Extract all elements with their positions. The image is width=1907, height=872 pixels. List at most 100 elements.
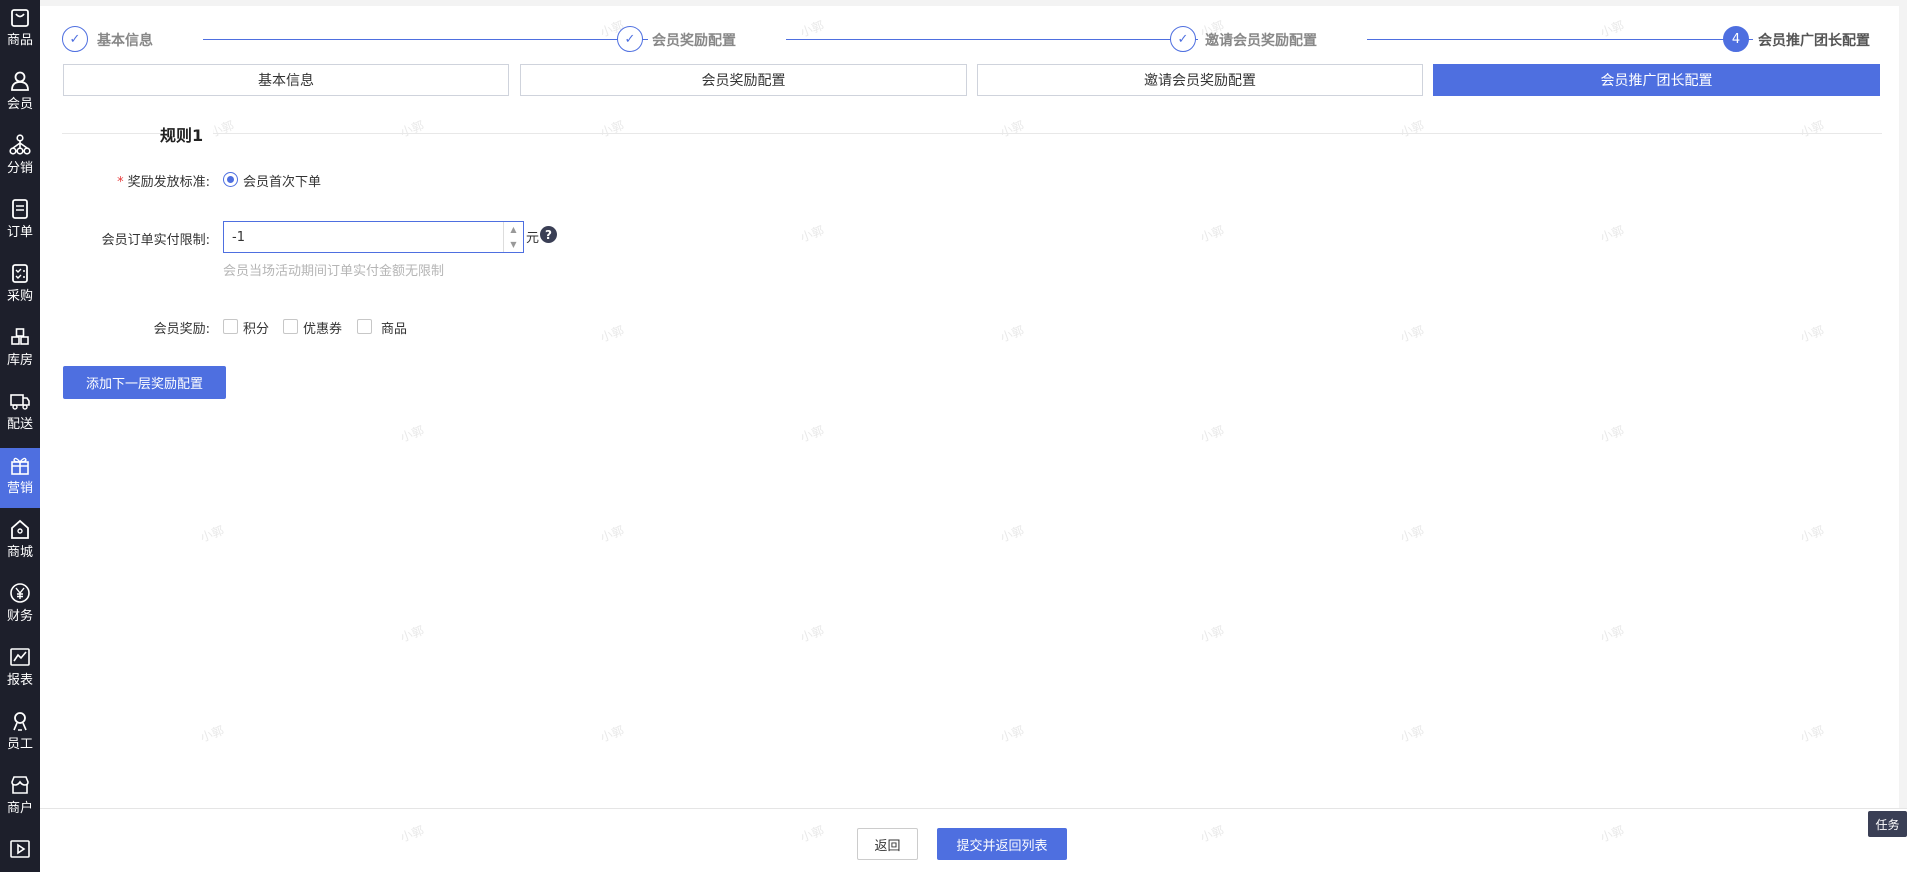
step-connector bbox=[203, 39, 648, 40]
watermark: 小郭 bbox=[798, 823, 826, 845]
watermark: 小郭 bbox=[1798, 523, 1826, 545]
watermark: 小郭 bbox=[798, 423, 826, 445]
sidebar-item-marketing[interactable]: 营销 bbox=[0, 448, 40, 508]
sidebar-item-media[interactable] bbox=[0, 832, 40, 872]
checkbox-goods[interactable] bbox=[357, 319, 372, 334]
step-progress: ✓ 基本信息 ✓ 会员奖励配置 ✓ 邀请会员奖励配置 4 会员推广团长配置 bbox=[62, 26, 1907, 56]
tab-invite-reward[interactable]: 邀请会员奖励配置 bbox=[977, 64, 1423, 96]
sidebar-item-merchant[interactable]: 商户 bbox=[0, 768, 40, 828]
scrollbar-track[interactable] bbox=[1899, 0, 1907, 808]
watermark: 小郭 bbox=[1598, 423, 1626, 445]
checkbox-points[interactable] bbox=[223, 319, 238, 334]
staff-icon bbox=[13, 712, 27, 731]
step-connector bbox=[786, 39, 1198, 40]
watermark: 小郭 bbox=[998, 323, 1026, 345]
sidebar-item-label: 采购 bbox=[6, 289, 33, 304]
order-limit-label: 会员订单实付限制: bbox=[101, 233, 210, 248]
rule-title: 规则1 bbox=[160, 122, 214, 146]
watermark: 小郭 bbox=[598, 723, 626, 745]
chart-icon bbox=[10, 648, 30, 666]
sidebar-item-delivery[interactable]: 配送 bbox=[0, 384, 40, 444]
check-icon: ✓ bbox=[1177, 31, 1189, 47]
rule-divider bbox=[62, 133, 1882, 134]
sidebar-item-label: 商城 bbox=[6, 545, 33, 560]
step-2-title: 会员奖励配置 bbox=[652, 33, 736, 49]
watermark: 小郭 bbox=[798, 623, 826, 645]
step-1-circle: ✓ bbox=[62, 26, 88, 52]
step-4-title: 会员推广团长配置 bbox=[1758, 33, 1870, 49]
sidebar-item-goods[interactable]: 商品 bbox=[0, 0, 40, 60]
truck-icon bbox=[10, 394, 30, 410]
watermark: 小郭 bbox=[398, 118, 426, 140]
sidebar-item-staff[interactable]: 员工 bbox=[0, 704, 40, 764]
sidebar-item-purchase[interactable]: 采购 bbox=[0, 256, 40, 316]
back-button[interactable]: 返回 bbox=[857, 828, 918, 860]
sidebar-item-label: 报表 bbox=[6, 673, 33, 688]
watermark: 小郭 bbox=[1398, 523, 1426, 545]
gift-icon bbox=[11, 457, 29, 475]
help-icon[interactable]: ? bbox=[540, 226, 557, 243]
order-limit-stepper[interactable]: ▲ ▼ bbox=[223, 221, 524, 253]
step-connector bbox=[1367, 39, 1753, 40]
sidebar-item-finance[interactable]: 财务 bbox=[0, 576, 40, 636]
watermark: 小郭 bbox=[1398, 118, 1426, 140]
watermark: 小郭 bbox=[998, 523, 1026, 545]
tab-basic-info[interactable]: 基本信息 bbox=[63, 64, 509, 96]
tab-member-reward[interactable]: 会员奖励配置 bbox=[520, 64, 967, 96]
sidebar-item-label: 配送 bbox=[6, 417, 33, 432]
step-4-number: 4 bbox=[1731, 31, 1741, 47]
sidebar-item-mall[interactable]: 商城 bbox=[0, 512, 40, 572]
network-icon bbox=[9, 134, 31, 155]
sidebar-item-label: 会员 bbox=[6, 97, 33, 112]
reward-standard-label-text: 奖励发放标准: bbox=[127, 175, 210, 190]
check-icon: ✓ bbox=[624, 31, 636, 47]
sidebar-item-reports[interactable]: 报表 bbox=[0, 640, 40, 700]
stepper-up-icon[interactable]: ▲ bbox=[504, 222, 523, 237]
sidebar-item-label: 库房 bbox=[6, 353, 33, 368]
checkbox-goods-label: 商品 bbox=[381, 322, 408, 337]
stepper-down-icon[interactable]: ▼ bbox=[504, 237, 523, 252]
submit-button[interactable]: 提交并返回列表 bbox=[937, 828, 1067, 860]
sidebar-nav: 商品 会员 分销 订单 采购 库房 配送 营销 商城 财务 报表 员工 商户 bbox=[0, 0, 40, 872]
watermark: 小郭 bbox=[1598, 623, 1626, 645]
watermark: 小郭 bbox=[1598, 223, 1626, 245]
watermark: 小郭 bbox=[398, 823, 426, 845]
home-icon bbox=[11, 519, 29, 539]
watermark: 小郭 bbox=[1798, 723, 1826, 745]
watermark: 小郭 bbox=[1198, 823, 1226, 845]
step-1-title: 基本信息 bbox=[97, 33, 153, 49]
add-layer-button[interactable]: 添加下一层奖励配置 bbox=[63, 366, 226, 399]
watermark: 小郭 bbox=[198, 723, 226, 745]
radio-first-order[interactable] bbox=[223, 172, 238, 187]
watermark: 小郭 bbox=[1798, 118, 1826, 140]
checkbox-coupon-label: 优惠券 bbox=[303, 322, 343, 337]
order-limit-hint: 会员当场活动期间订单实付金额无限制 bbox=[223, 264, 445, 279]
sidebar-item-member[interactable]: 会员 bbox=[0, 64, 40, 124]
order-limit-input[interactable] bbox=[224, 222, 484, 252]
tab-promoter-config[interactable]: 会员推广团长配置 bbox=[1433, 64, 1880, 96]
watermark: 小郭 bbox=[198, 523, 226, 545]
reward-standard-label: * 奖励发放标准: bbox=[10, 171, 210, 190]
watermark: 小郭 bbox=[1598, 823, 1626, 845]
play-icon bbox=[10, 840, 30, 858]
watermark: 小郭 bbox=[398, 623, 426, 645]
step-3-title: 邀请会员奖励配置 bbox=[1205, 33, 1317, 49]
member-reward-label: 会员奖励: bbox=[153, 322, 210, 337]
watermark: 小郭 bbox=[1198, 223, 1226, 245]
checklist-icon bbox=[12, 264, 28, 283]
store-icon bbox=[11, 776, 29, 794]
check-icon: ✓ bbox=[69, 31, 81, 47]
sidebar-item-label: 营销 bbox=[6, 481, 33, 496]
required-mark: * bbox=[117, 175, 124, 190]
main-content: 小郭 小郭 小郭 小郭 小郭 小郭 小郭 小郭 小郭 小郭 小郭 小郭 小郭 小… bbox=[40, 0, 1907, 872]
watermark: 小郭 bbox=[1198, 623, 1226, 645]
watermark: 小郭 bbox=[598, 323, 626, 345]
sidebar-item-label: 商品 bbox=[6, 33, 33, 48]
watermark: 小郭 bbox=[1398, 323, 1426, 345]
watermark: 小郭 bbox=[598, 118, 626, 140]
watermark: 小郭 bbox=[798, 223, 826, 245]
radio-first-order-label: 会员首次下单 bbox=[243, 175, 322, 190]
checkbox-coupon[interactable] bbox=[283, 319, 298, 334]
task-tab[interactable]: 任务 bbox=[1868, 811, 1907, 837]
watermark: 小郭 bbox=[998, 723, 1026, 745]
